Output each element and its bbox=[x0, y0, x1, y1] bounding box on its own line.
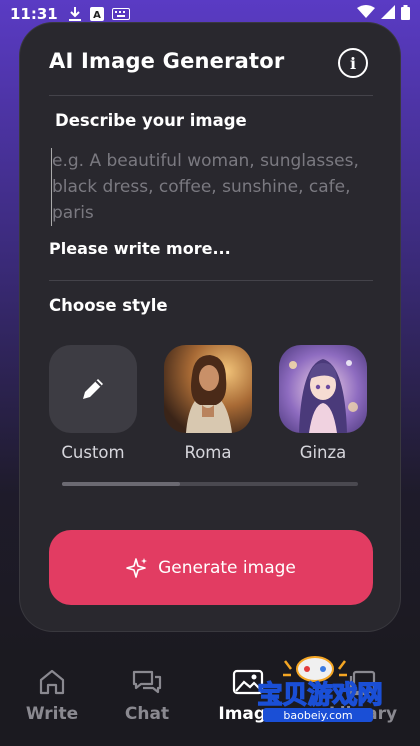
roma-thumb bbox=[164, 345, 252, 433]
wifi-icon bbox=[357, 5, 375, 23]
choose-style-label: Choose style bbox=[49, 296, 168, 315]
info-icon: i bbox=[349, 53, 357, 73]
divider bbox=[49, 280, 373, 281]
watermark-url: baobeiy.com bbox=[283, 709, 352, 722]
nav-label: Chat bbox=[124, 704, 170, 724]
style-carousel[interactable]: Custom Roma Ginza bbox=[49, 345, 379, 465]
pencil-icon bbox=[83, 379, 103, 399]
describe-label: Describe your image bbox=[55, 111, 247, 130]
battery-icon bbox=[401, 4, 410, 24]
watermark-logo: 宝贝游戏网 baobeiy.com bbox=[245, 655, 395, 725]
nav-item-chat[interactable]: Chat bbox=[102, 668, 192, 724]
sparkle-icon bbox=[126, 557, 148, 578]
generate-button[interactable]: Generate image bbox=[49, 530, 373, 605]
style-name: Roma bbox=[184, 443, 232, 462]
nav-label: Write bbox=[25, 704, 79, 724]
chat-icon bbox=[132, 670, 162, 694]
style-name: Ginza bbox=[299, 443, 347, 462]
nav-item-write[interactable]: Write bbox=[7, 668, 97, 724]
signal-icon bbox=[381, 5, 395, 23]
generator-card: AI Image Generator i Describe your image… bbox=[19, 22, 401, 632]
ginza-thumb bbox=[279, 345, 367, 433]
custom-thumb bbox=[49, 345, 137, 433]
watermark-text: 宝贝游戏网 bbox=[257, 680, 382, 709]
divider bbox=[49, 95, 373, 96]
style-scrollbar[interactable] bbox=[62, 482, 358, 486]
keyboard-icon bbox=[111, 8, 130, 20]
style-item-custom[interactable]: Custom bbox=[49, 345, 137, 462]
hint-text: Please write more... bbox=[49, 239, 231, 258]
app-a-icon: A bbox=[89, 7, 104, 21]
style-scroll-thumb[interactable] bbox=[62, 482, 180, 486]
svg-text:A: A bbox=[93, 10, 101, 21]
style-item-roma[interactable]: Roma bbox=[164, 345, 252, 462]
style-item-ginza[interactable]: Ginza bbox=[279, 345, 367, 462]
status-time: 11:31 bbox=[10, 5, 58, 23]
style-name: Custom bbox=[61, 443, 125, 462]
download-icon bbox=[68, 6, 82, 22]
generate-label: Generate image bbox=[158, 557, 296, 578]
home-icon bbox=[39, 669, 65, 695]
info-button[interactable]: i bbox=[338, 48, 368, 78]
page-title: AI Image Generator bbox=[49, 49, 285, 73]
prompt-input[interactable]: e.g. A beautiful woman, sunglasses, blac… bbox=[51, 148, 367, 226]
